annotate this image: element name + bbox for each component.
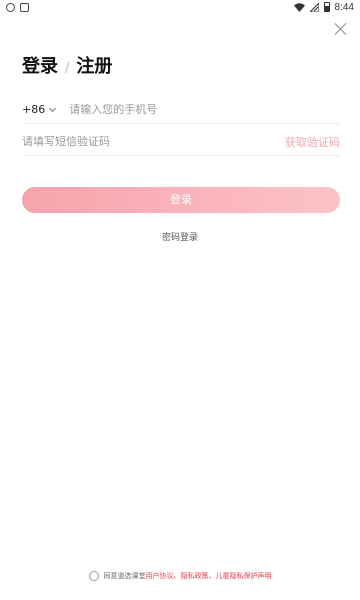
phone-row: +86 — [22, 96, 340, 124]
phone-input[interactable] — [69, 103, 340, 116]
status-right: 8:44 — [293, 1, 354, 13]
a-box-icon — [20, 2, 29, 12]
sms-code-row: 获取验证码 — [22, 128, 340, 156]
title-login: 登录 — [22, 56, 58, 77]
password-login-link[interactable]: 密码登录 — [0, 230, 360, 243]
wifi-icon — [293, 2, 305, 12]
no-signal-icon — [309, 2, 319, 12]
status-left — [6, 2, 29, 12]
battery-icon — [323, 2, 330, 12]
privacy-policy-link[interactable]: 隐私政策 — [181, 571, 209, 581]
country-code-selector[interactable]: +86 — [22, 103, 57, 116]
page-title: 登录 / 注册 — [22, 52, 112, 78]
sms-code-input[interactable] — [22, 135, 285, 148]
chevron-down-icon — [49, 104, 57, 112]
login-button[interactable]: 登录 — [22, 187, 340, 213]
title-register: 注册 — [76, 56, 113, 77]
clock-time: 8:44 — [334, 1, 354, 13]
country-code-label: +86 — [22, 103, 46, 116]
title-separator: / — [65, 61, 70, 76]
status-bar: 8:44 — [0, 0, 360, 14]
agreement-row: 同意道选课堂 用户协议 、 隐私政策 、 儿童隐私保护声明 — [0, 571, 360, 581]
user-agreement-link[interactable]: 用户协议 — [146, 571, 174, 581]
get-code-button[interactable]: 获取验证码 — [285, 134, 340, 150]
agreement-separator-2: 、 — [208, 572, 216, 580]
children-privacy-link[interactable]: 儿童隐私保护声明 — [216, 571, 272, 581]
agreement-prefix: 同意道选课堂 — [103, 572, 146, 580]
agreement-separator-1: 、 — [173, 572, 181, 580]
agreement-checkbox[interactable] — [88, 571, 99, 581]
message-bubble-icon — [6, 2, 15, 12]
close-icon[interactable] — [334, 22, 348, 36]
